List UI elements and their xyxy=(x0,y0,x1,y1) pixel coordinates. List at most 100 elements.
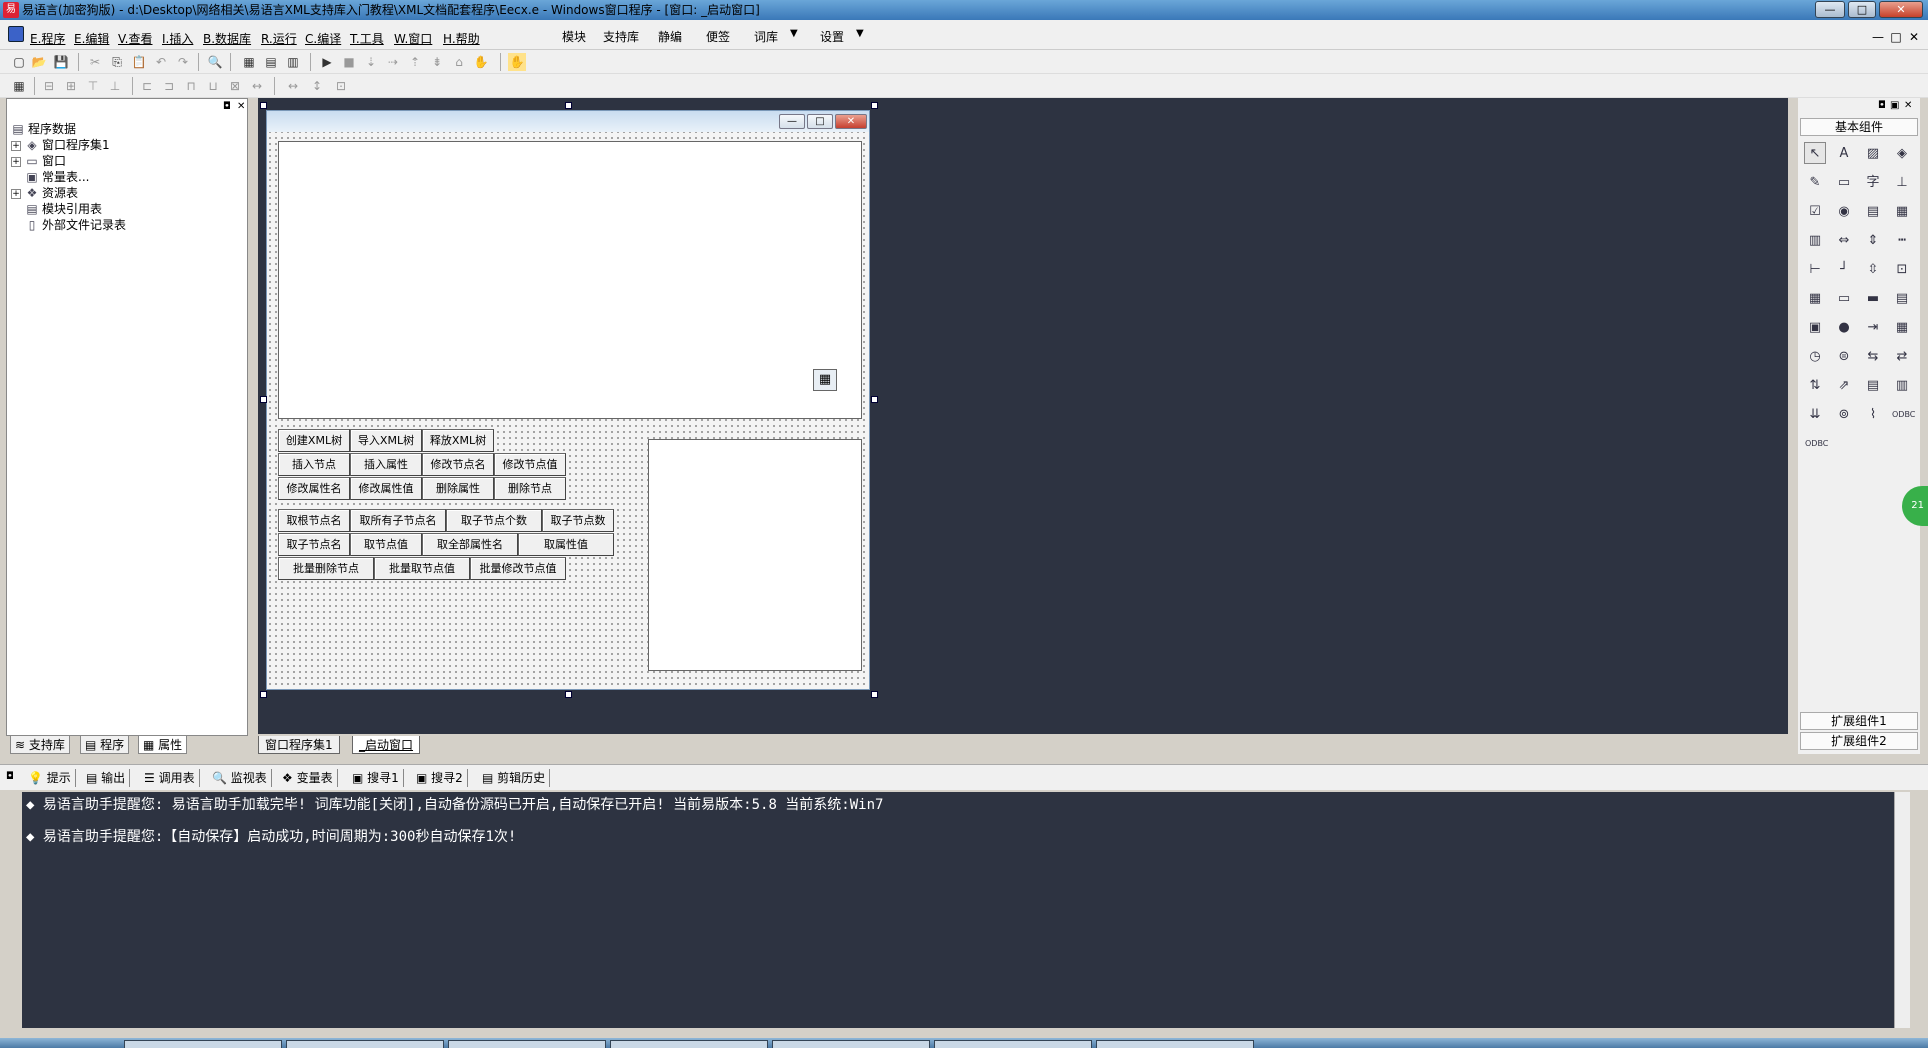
edit-box-control[interactable] xyxy=(648,439,862,671)
pin-icon[interactable]: ◘ xyxy=(1878,100,1886,111)
component-tool-icon[interactable]: ▭ xyxy=(1833,171,1855,193)
minimize-button[interactable]: — xyxy=(1815,1,1845,18)
tree-item-program-data[interactable]: ▤ 程序数据 xyxy=(11,121,76,137)
run-icon[interactable]: ▶ xyxy=(318,53,336,71)
same-width-icon[interactable]: ⊓ xyxy=(182,77,200,95)
menu-notes[interactable]: 便签 xyxy=(706,28,730,45)
resize-handle[interactable] xyxy=(565,691,572,698)
breakpoint-icon[interactable]: ⌂ xyxy=(450,53,468,71)
rename-node-button[interactable]: 修改节点名 xyxy=(422,453,494,476)
mdi-minimize-button[interactable]: — xyxy=(1870,30,1886,44)
helper-icon[interactable]: ✋ xyxy=(508,53,526,71)
component-tool-icon[interactable]: ▤ xyxy=(1891,287,1913,309)
component-tool-icon[interactable]: ⇆ xyxy=(1862,345,1884,367)
same-height-icon[interactable]: ⊔ xyxy=(204,77,222,95)
run-to-cursor-icon[interactable]: ⇟ xyxy=(428,53,446,71)
component-tool-icon[interactable]: ▥ xyxy=(1804,229,1826,251)
menu-settings[interactable]: 设置 xyxy=(820,28,844,45)
component-tool-icon[interactable]: ⇊ xyxy=(1804,403,1826,425)
component-tool-icon[interactable]: ✎ xyxy=(1804,171,1826,193)
component-tool-icon[interactable]: ⊥ xyxy=(1891,171,1913,193)
component-tool-icon[interactable]: ⇔ xyxy=(1833,229,1855,251)
get-child-name-button[interactable]: 取子节点名 xyxy=(278,533,350,556)
tree-item-window[interactable]: + ▭ 窗口 xyxy=(11,153,66,169)
open-folder-icon[interactable]: 📂 xyxy=(30,53,48,71)
tab-search1[interactable]: ▣ 搜寻1 xyxy=(348,769,404,787)
component-tool-icon[interactable]: ◷ xyxy=(1804,345,1826,367)
close-icon[interactable]: ✕ xyxy=(1904,100,1912,111)
tree-item-module-refs[interactable]: ▤ 模块引用表 xyxy=(25,201,102,217)
component-tool-icon[interactable]: ▤ xyxy=(1862,374,1884,396)
taskbar-button[interactable] xyxy=(772,1040,930,1048)
space-h-icon[interactable]: ↔ xyxy=(248,77,266,95)
step-out-icon[interactable]: ⇡ xyxy=(406,53,424,71)
component-tool-icon[interactable]: 字 xyxy=(1862,171,1884,193)
component-tool-icon[interactable]: ▦ xyxy=(1804,287,1826,309)
component-tool-icon[interactable]: ⇗ xyxy=(1833,374,1855,396)
menu-lexicon[interactable]: 词库 xyxy=(754,28,778,45)
menu-tools[interactable]: T.工具 xyxy=(350,30,384,47)
close-button[interactable]: ✕ xyxy=(1879,1,1923,18)
resize-handle[interactable] xyxy=(260,102,267,109)
pin-icon[interactable]: ◘ xyxy=(223,101,231,112)
paste-icon[interactable]: 📋 xyxy=(130,53,148,71)
layout-left-icon[interactable]: ▦ xyxy=(240,53,258,71)
component-tool-icon[interactable]: ↖ xyxy=(1804,142,1826,164)
component-tool-icon[interactable]: ▥ xyxy=(1891,374,1913,396)
pin-icon[interactable]: ◘ xyxy=(6,771,14,782)
mdi-close-button[interactable]: ✕ xyxy=(1906,30,1922,44)
stop-icon[interactable]: ■ xyxy=(340,53,358,71)
component-tool-icon[interactable]: ▣ xyxy=(1804,316,1826,338)
hand-icon[interactable]: ✋ xyxy=(472,53,490,71)
menu-run[interactable]: R.运行 xyxy=(261,30,297,47)
output-panel[interactable]: ◆ 易语言助手提醒您: 易语言助手加载完毕! 词库功能[关闭],自动备份源码已开… xyxy=(22,792,1894,1028)
import-xml-tree-button[interactable]: 导入XML树 xyxy=(350,429,422,452)
get-node-value-button[interactable]: 取节点值 xyxy=(350,533,422,556)
layout-right-icon[interactable]: ▥ xyxy=(284,53,302,71)
resize-handle[interactable] xyxy=(871,691,878,698)
step-into-icon[interactable]: ⇣ xyxy=(362,53,380,71)
modify-attribute-value-button[interactable]: 修改属性值 xyxy=(350,477,422,500)
component-tool-icon[interactable]: ⇕ xyxy=(1862,229,1884,251)
get-attribute-value-button[interactable]: 取属性值 xyxy=(518,533,614,556)
menu-help[interactable]: H.帮助 xyxy=(443,30,480,47)
calendar-icon[interactable]: ▦ xyxy=(813,369,837,391)
bring-front-icon[interactable]: ⊡ xyxy=(332,77,350,95)
chevron-down-icon[interactable]: ▼ xyxy=(790,28,798,39)
tab-call-stack[interactable]: ☰ 调用表 xyxy=(140,769,200,787)
tab-startup-window[interactable]: _启动窗口 xyxy=(352,736,421,754)
resize-handle[interactable] xyxy=(260,691,267,698)
get-all-child-names-button[interactable]: 取所有子节点名 xyxy=(350,509,446,532)
component-tool-icon[interactable]: ◈ xyxy=(1891,142,1913,164)
release-xml-tree-button[interactable]: 释放XML树 xyxy=(422,429,494,452)
component-tool-icon[interactable]: ▦ xyxy=(1891,316,1913,338)
extension-components-1-button[interactable]: 扩展组件1 xyxy=(1800,712,1918,730)
resize-handle[interactable] xyxy=(871,396,878,403)
taskbar-button[interactable] xyxy=(934,1040,1092,1048)
align-bottom-icon[interactable]: ⊥ xyxy=(106,77,124,95)
align-top-icon[interactable]: ⊤ xyxy=(84,77,102,95)
component-tool-icon[interactable]: ⊢ xyxy=(1804,258,1826,280)
same-size-icon[interactable]: ⊠ xyxy=(226,77,244,95)
tab-program[interactable]: ▤ 程序 xyxy=(80,736,130,754)
tree-item-constants[interactable]: ▣ 常量表... xyxy=(25,169,89,185)
expand-icon[interactable]: + xyxy=(11,156,21,167)
component-tool-icon[interactable]: ▭ xyxy=(1833,287,1855,309)
startup-window-form[interactable]: — □ ✕ ▦ 创建XML树 导入XML树 释放XML树 插入节点 插入属性 修… xyxy=(266,110,870,690)
modify-node-value-button[interactable]: 修改节点值 xyxy=(494,453,566,476)
component-tool-icon[interactable]: ODBC xyxy=(1891,403,1915,425)
component-tool-icon[interactable]: ⇄ xyxy=(1891,345,1913,367)
center-h-icon[interactable]: ⊏ xyxy=(138,77,156,95)
menu-database[interactable]: B.数据库 xyxy=(203,30,251,47)
maximize-icon[interactable]: ▣ xyxy=(1890,100,1899,111)
menu-program[interactable]: E.程序 xyxy=(30,30,65,47)
undo-icon[interactable]: ↶ xyxy=(152,53,170,71)
expand-icon[interactable]: + xyxy=(11,140,21,151)
taskbar-button[interactable] xyxy=(286,1040,444,1048)
redo-icon[interactable]: ↷ xyxy=(174,53,192,71)
menu-support-lib[interactable]: 支持库 xyxy=(603,28,639,45)
menu-insert[interactable]: I.插入 xyxy=(162,30,193,47)
menu-view[interactable]: V.查看 xyxy=(118,30,152,47)
component-tool-icon[interactable]: ODBC xyxy=(1804,432,1828,454)
output-scrollbar[interactable] xyxy=(1894,792,1910,1028)
